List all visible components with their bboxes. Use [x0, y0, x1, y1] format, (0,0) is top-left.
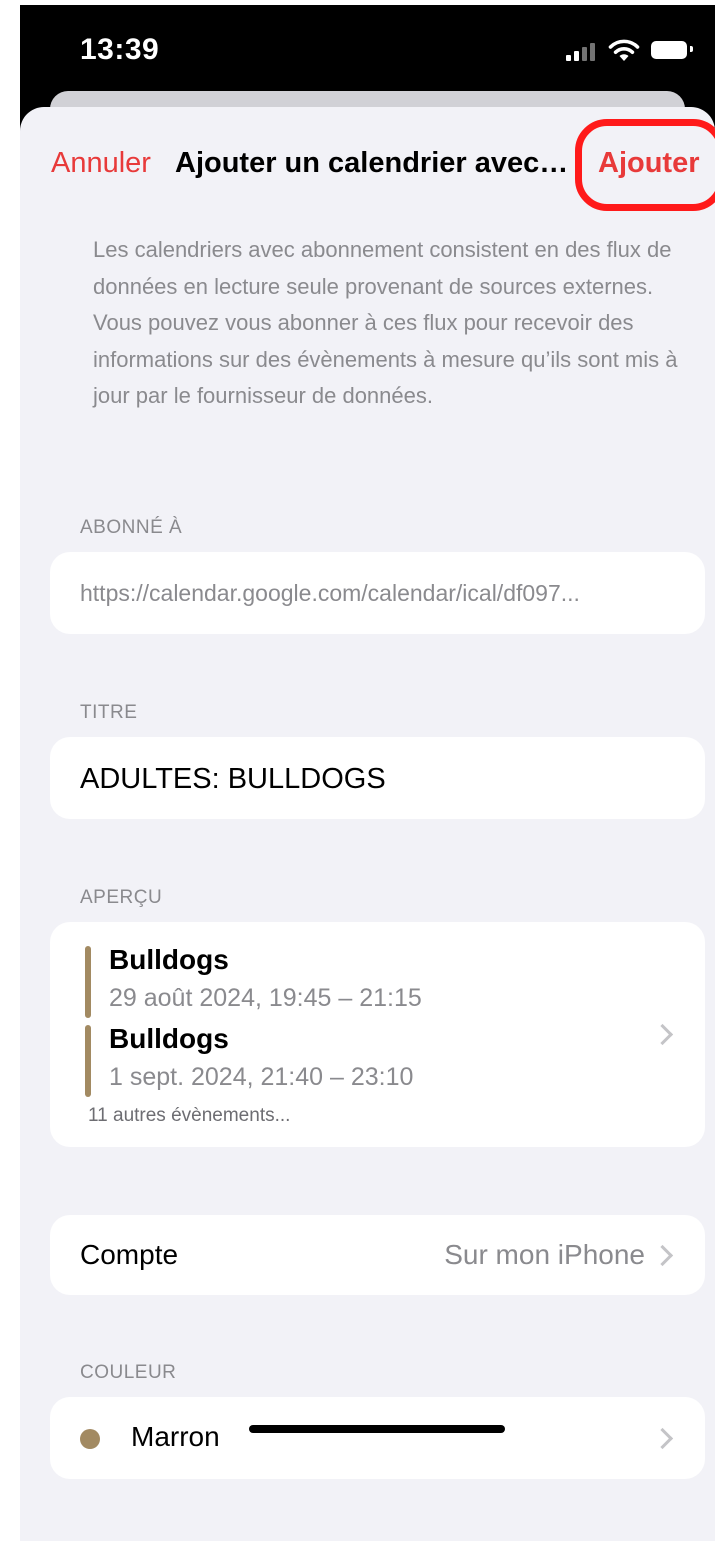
- subscribed-url-text: https://calendar.google.com/calendar/ica…: [80, 580, 580, 606]
- subscribed-url-field[interactable]: https://calendar.google.com/calendar/ica…: [50, 552, 705, 634]
- preview-card[interactable]: Bulldogs 29 août 2024, 19:45 – 21:15 Bul…: [50, 922, 705, 1147]
- title-section-label: TITRE: [80, 702, 138, 723]
- account-label: Compte: [80, 1239, 179, 1270]
- chevron-right-icon: [651, 1023, 674, 1046]
- status-time: 13:39: [80, 33, 160, 66]
- event-color-bar: [85, 946, 91, 1018]
- battery-tip-icon: [690, 46, 693, 52]
- signal-icon: [566, 43, 598, 61]
- phone-screen: 13:39 Annuler Ajouter un calendrier avec…: [20, 5, 715, 1541]
- color-row[interactable]: Marron: [50, 1397, 705, 1479]
- preview-section-label: APERÇU: [80, 887, 163, 908]
- chevron-right-icon: [651, 1427, 674, 1450]
- more-events-text: 11 autres évènements...: [88, 1105, 291, 1126]
- add-button[interactable]: Ajouter: [598, 147, 700, 180]
- event-date: 1 sept. 2024, 21:40 – 23:10: [109, 1063, 414, 1091]
- cancel-button[interactable]: Annuler: [51, 147, 151, 180]
- event-date: 29 août 2024, 19:45 – 21:15: [109, 984, 422, 1012]
- calendar-title-field[interactable]: ADULTES: BULLDOGS: [50, 737, 705, 819]
- subscribed-section-label: ABONNÉ À: [80, 517, 183, 538]
- event-color-bar: [85, 1025, 91, 1097]
- battery-icon: [651, 41, 687, 59]
- navigation-bar: Annuler Ajouter un calendrier avec… Ajou…: [20, 107, 715, 217]
- color-name: Marron: [131, 1421, 220, 1452]
- intro-description: Les calendriers avec abonnement consiste…: [93, 237, 678, 408]
- event-name: Bulldogs: [109, 944, 229, 975]
- sheet-title: Ajouter un calendrier avec…: [175, 147, 569, 179]
- add-subscription-sheet: Annuler Ajouter un calendrier avec… Ajou…: [20, 107, 715, 1541]
- event-name: Bulldogs: [109, 1023, 229, 1054]
- chevron-right-icon: [651, 1244, 674, 1267]
- wifi-icon: [608, 39, 640, 61]
- color-swatch-icon: [80, 1429, 100, 1449]
- home-indicator: [249, 1425, 505, 1433]
- calendar-title-text: ADULTES: BULLDOGS: [80, 763, 386, 795]
- account-row[interactable]: Compte Sur mon iPhone: [50, 1215, 705, 1295]
- color-section-label: COULEUR: [80, 1362, 177, 1383]
- status-bar: 13:39: [20, 5, 715, 95]
- account-value: Sur mon iPhone: [444, 1239, 645, 1270]
